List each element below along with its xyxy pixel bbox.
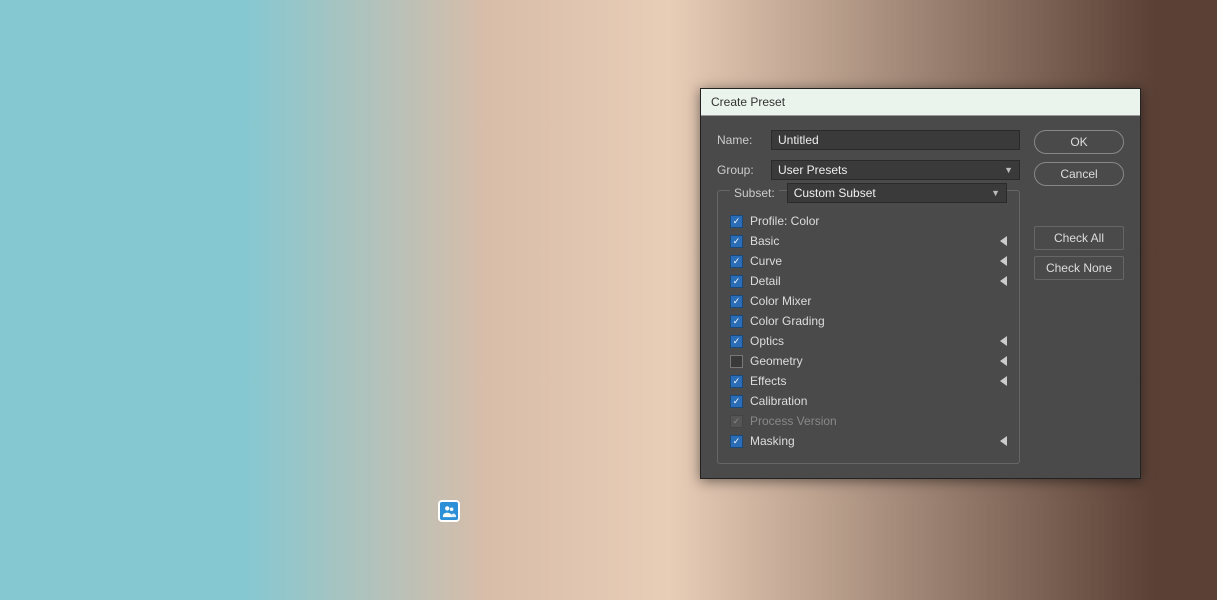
subset-item: ✓ Profile: Color bbox=[730, 211, 1007, 231]
subset-label: Subset: bbox=[730, 186, 779, 200]
subset-item: ✓ Color Grading bbox=[730, 311, 1007, 331]
expand-triangle-icon[interactable] bbox=[1000, 236, 1007, 246]
chevron-down-icon: ▼ bbox=[991, 188, 1000, 198]
subset-checkbox[interactable]: ✓ bbox=[730, 315, 743, 328]
subset-select[interactable]: Custom Subset ▼ bbox=[787, 183, 1007, 203]
subset-item-label: Basic bbox=[750, 234, 779, 248]
ok-button[interactable]: OK bbox=[1034, 130, 1124, 154]
subset-item: ✓ Basic bbox=[730, 231, 1007, 251]
check-none-button[interactable]: Check None bbox=[1034, 256, 1124, 280]
subset-checkbox[interactable]: ✓ bbox=[730, 255, 743, 268]
subset-item: ✓ Calibration bbox=[730, 391, 1007, 411]
subset-checkbox[interactable]: ✓ bbox=[730, 275, 743, 288]
subset-item-label: Profile: Color bbox=[750, 214, 819, 228]
subset-checkbox[interactable]: ✓ bbox=[730, 375, 743, 388]
subset-item-label: Optics bbox=[750, 334, 784, 348]
subset-item-label: Curve bbox=[750, 254, 782, 268]
subset-item-label: Masking bbox=[750, 434, 795, 448]
subset-checkbox[interactable]: ✓ bbox=[730, 435, 743, 448]
subset-item-label: Process Version bbox=[750, 414, 837, 428]
subset-item-label: Detail bbox=[750, 274, 781, 288]
cancel-button[interactable]: Cancel bbox=[1034, 162, 1124, 186]
expand-triangle-icon[interactable] bbox=[1000, 376, 1007, 386]
subset-checkbox: ✓ bbox=[730, 415, 743, 428]
subset-checkbox[interactable]: ✓ bbox=[730, 395, 743, 408]
expand-triangle-icon[interactable] bbox=[1000, 336, 1007, 346]
subset-checkbox[interactable]: ✓ bbox=[730, 235, 743, 248]
expand-triangle-icon[interactable] bbox=[1000, 356, 1007, 366]
subset-item-label: Calibration bbox=[750, 394, 807, 408]
subset-select-value: Custom Subset bbox=[794, 186, 876, 200]
subset-fieldset: Subset: Custom Subset ▼ ✓Profile: Color✓… bbox=[717, 190, 1020, 464]
chevron-down-icon: ▼ bbox=[1004, 165, 1013, 175]
group-select[interactable]: User Presets ▼ bbox=[771, 160, 1020, 180]
people-overlay-icon[interactable] bbox=[438, 500, 460, 522]
dialog-title: Create Preset bbox=[701, 89, 1140, 116]
group-label: Group: bbox=[717, 163, 763, 177]
subset-checkbox[interactable]: ✓ bbox=[730, 295, 743, 308]
create-preset-dialog: Create Preset Name: Group: User Presets … bbox=[700, 88, 1141, 479]
subset-item: ✓ Curve bbox=[730, 251, 1007, 271]
name-input[interactable] bbox=[771, 130, 1020, 150]
subset-item: ✓ Optics bbox=[730, 331, 1007, 351]
check-all-button[interactable]: Check All bbox=[1034, 226, 1124, 250]
subset-item-label: Color Mixer bbox=[750, 294, 811, 308]
subset-item: ✓ Process Version bbox=[730, 411, 1007, 431]
expand-triangle-icon[interactable] bbox=[1000, 256, 1007, 266]
subset-item: ✓ Color Mixer bbox=[730, 291, 1007, 311]
expand-triangle-icon[interactable] bbox=[1000, 276, 1007, 286]
expand-triangle-icon[interactable] bbox=[1000, 436, 1007, 446]
group-select-value: User Presets bbox=[778, 163, 847, 177]
subset-checkbox[interactable] bbox=[730, 355, 743, 368]
subset-checkbox[interactable]: ✓ bbox=[730, 215, 743, 228]
subset-item-label: Effects bbox=[750, 374, 786, 388]
subset-item: ✓ Detail bbox=[730, 271, 1007, 291]
name-label: Name: bbox=[717, 133, 763, 147]
subset-item: Geometry bbox=[730, 351, 1007, 371]
subset-item-label: Color Grading bbox=[750, 314, 825, 328]
subset-item-label: Geometry bbox=[750, 354, 803, 368]
subset-item: ✓ Masking bbox=[730, 431, 1007, 451]
subset-checkbox[interactable]: ✓ bbox=[730, 335, 743, 348]
subset-item: ✓ Effects bbox=[730, 371, 1007, 391]
